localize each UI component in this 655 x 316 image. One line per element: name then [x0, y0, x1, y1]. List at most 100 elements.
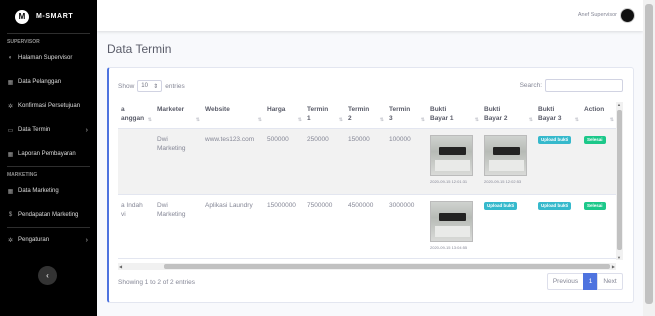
cell-harga: 15000000	[264, 194, 304, 259]
sort-icon: ⇅	[379, 116, 384, 123]
cell-bukti-bayar-3: Upload bukti	[535, 128, 581, 195]
scroll-up-arrow-icon[interactable]: ▲	[617, 102, 621, 107]
cell-termin-2: 4500000	[345, 194, 386, 259]
column-header-pelanggan[interactable]: a anggan ⇅	[118, 102, 154, 129]
page-title: Data Termin	[107, 42, 172, 56]
selesai-badge[interactable]: Selesai	[584, 135, 606, 144]
column-header-bukti-bayar-2[interactable]: Bukti Bayar 2 ⇅	[481, 102, 535, 129]
column-header-termin-3[interactable]: Termin 3 ⇅	[386, 102, 427, 129]
column-header-termin-2[interactable]: Termin 2 ⇅	[345, 102, 386, 129]
data-card: Show 10 ⇕ entries Search: a anggan ⇅ Mark…	[107, 67, 634, 303]
receipt-date: 2020-09-15 12:02:53	[484, 178, 522, 184]
sidebar-item-data-termin[interactable]: ▭ Data Termin ›	[0, 118, 97, 142]
cell-website: www.tes123.com	[202, 128, 264, 195]
sidebar-item-halaman-supervisor[interactable]: ◐ Halaman Supervisor	[0, 46, 97, 70]
table-icon: ▦	[7, 188, 14, 195]
upload-bukti-button[interactable]: Upload bukti	[484, 201, 518, 210]
topbar: Anef Supervisor	[97, 0, 643, 31]
receipt-thumbnail[interactable]	[430, 200, 473, 242]
sidebar-item-label: Laporan Pembayaran	[18, 151, 76, 157]
sidebar-item-pengaturan[interactable]: ✲ Pengaturan ›	[0, 228, 97, 252]
table-info: Showing 1 to 2 of 2 entries	[118, 279, 195, 286]
column-label: Action	[584, 106, 605, 113]
table-scroll-area[interactable]: a anggan ⇅ Marketer ⇅ Website ⇅ Harga ⇅ Term…	[118, 102, 623, 260]
brand[interactable]: M M-SMART	[0, 0, 97, 33]
column-header-harga[interactable]: Harga ⇅	[264, 102, 304, 129]
entries-select[interactable]: 10 ⇕	[137, 80, 163, 92]
scroll-down-arrow-icon[interactable]: ▼	[617, 255, 621, 260]
sidebar: M M-SMART SUPERVISOR ◐ Halaman Superviso…	[0, 0, 97, 316]
upload-bukti-button[interactable]: Upload bukti	[538, 135, 572, 144]
column-header-bukti-bayar-1[interactable]: Bukti Bayar 1 ⇅	[427, 102, 481, 129]
sidebar-item-data-pelanggan[interactable]: ▦ Data Pelanggan	[0, 70, 97, 94]
column-header-website[interactable]: Website ⇅	[202, 102, 264, 129]
search-label: Search:	[519, 82, 542, 89]
sidebar-heading-supervisor: SUPERVISOR	[7, 39, 40, 45]
window-scroll-thumb[interactable]	[645, 4, 653, 304]
chevron-right-icon: ›	[85, 126, 88, 134]
column-header-marketer[interactable]: Marketer ⇅	[154, 102, 202, 129]
sort-icon: ⇅	[297, 116, 302, 123]
column-header-action[interactable]: Action ⇅	[581, 102, 616, 129]
cell-website: Aplikasi Laundry	[202, 194, 264, 259]
column-label: Termin 2	[348, 106, 370, 122]
cell-marketer: Dwi Marketing	[154, 194, 202, 259]
selesai-badge[interactable]: Selesai	[584, 201, 606, 210]
show-label: Show	[118, 82, 135, 90]
search-control: Search:	[520, 79, 623, 92]
column-label: Termin 3	[389, 106, 411, 122]
user-name[interactable]: Anef Supervisor	[578, 12, 617, 18]
sidebar-item-laporan-pembayaran[interactable]: ▦ Laporan Pembayaran	[0, 142, 97, 166]
scroll-right-arrow-icon[interactable]: ▶	[612, 264, 615, 269]
sort-icon: ⇅	[420, 116, 425, 123]
sort-icon: ⇅	[474, 116, 479, 123]
sidebar-item-label: Pendapatan Marketing	[18, 212, 79, 218]
brand-logo: M	[15, 9, 29, 24]
horizontal-scroll-thumb[interactable]	[164, 264, 610, 269]
page-1-button[interactable]: 1	[583, 273, 598, 290]
column-header-bukti-bayar-3[interactable]: Bukti Bayar 3 ⇅	[535, 102, 581, 129]
chevron-right-icon: ›	[85, 236, 88, 244]
column-label: Bukti Bayar 1	[430, 106, 454, 122]
dashboard-icon: ◐	[8, 55, 13, 61]
sort-icon: ⇅	[147, 116, 152, 123]
sidebar-item-label: Halaman Supervisor	[18, 55, 73, 61]
sort-icon: ⇅	[195, 116, 200, 123]
column-label: Bukti Bayar 3	[538, 106, 562, 122]
receipt-date: 2020-09-15 12:01:31	[430, 178, 468, 184]
sort-icon: ⇅	[528, 116, 533, 123]
sidebar-item-label: Konfirmasi Persetujuan	[18, 103, 81, 109]
cell-bukti-bayar-2: 2020-09-15 12:02:53	[481, 128, 535, 195]
column-label: a anggan	[121, 106, 145, 122]
avatar[interactable]	[620, 8, 635, 23]
column-label: Termin 1	[307, 106, 329, 122]
sidebar-item-label: Pengaturan	[18, 237, 50, 243]
sidebar-item-label: Data Pelanggan	[18, 79, 62, 85]
search-input[interactable]	[545, 79, 623, 92]
table-icon: ▦	[7, 79, 14, 86]
window-scrollbar[interactable]	[643, 0, 655, 316]
table-vertical-scrollbar[interactable]: ▲ ▼	[616, 102, 623, 260]
cell-bukti-bayar-1: 2020-09-15 13:04:55	[427, 194, 481, 259]
sidebar-item-label: Data Termin	[18, 127, 51, 133]
dollar-icon: $	[8, 212, 13, 218]
sidebar-item-pendapatan-marketing[interactable]: $ Pendapatan Marketing	[0, 203, 97, 227]
sidebar-item-label: Data Marketing	[18, 188, 59, 194]
sort-icon: ⇅	[574, 116, 579, 123]
table-horizontal-scrollbar[interactable]: ◀ ▶	[118, 263, 616, 270]
sidebar-toggle-button[interactable]: ‹	[38, 266, 57, 285]
column-header-termin-1[interactable]: Termin 1 ⇅	[304, 102, 345, 129]
next-page-button[interactable]: Next	[597, 273, 623, 290]
sidebar-item-data-marketing[interactable]: ▦ Data Marketing	[0, 179, 97, 203]
receipt-thumbnail[interactable]	[484, 134, 527, 176]
cell-termin-1: 250000	[304, 128, 345, 195]
upload-bukti-button[interactable]: Upload bukti	[538, 201, 572, 210]
chevron-left-icon: ‹	[46, 271, 49, 280]
vertical-scroll-thumb[interactable]	[617, 110, 622, 250]
cell-termin-1: 7500000	[304, 194, 345, 259]
cell-marketer: Dwi Marketing	[154, 128, 202, 195]
receipt-thumbnail[interactable]	[430, 134, 473, 176]
sidebar-item-konfirmasi-persetujuan[interactable]: ✲ Konfirmasi Persetujuan	[0, 94, 97, 118]
scroll-left-arrow-icon[interactable]: ◀	[119, 264, 122, 269]
previous-page-button[interactable]: Previous	[547, 273, 584, 290]
